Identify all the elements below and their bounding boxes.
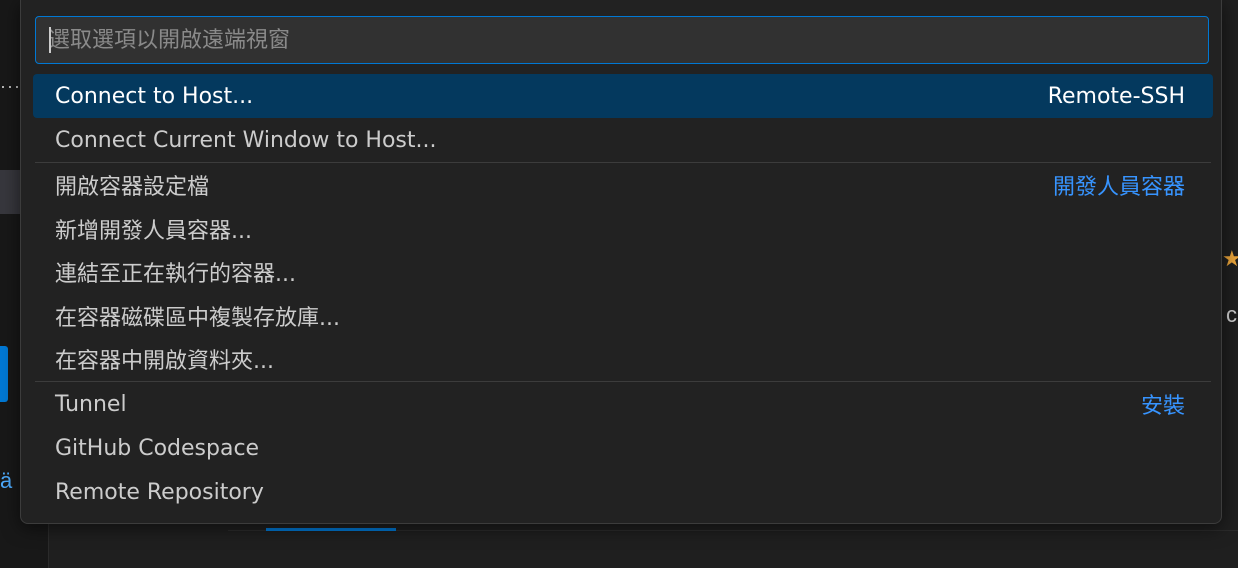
active-indicator [0,346,8,402]
list-item-connect-to-host[interactable]: Connect to Host... Remote-SSH [33,74,1213,118]
item-label: 在容器磁碟區中複製存放庫... [55,305,340,331]
list-item-github-codespace[interactable]: GitHub Codespace [33,426,1213,470]
item-label: 在容器中開啟資料夾... [55,349,274,375]
item-label: 連結至正在執行的容器... [55,262,296,288]
item-detail: Remote-SSH [1047,83,1185,109]
item-label: Connect Current Window to Host... [55,127,437,153]
item-label: GitHub Codespace [55,435,260,461]
list-item-open-folder-container[interactable]: 在容器中開啟資料夾... [33,338,1213,382]
quick-pick-input[interactable] [36,17,1208,63]
partial-glyph: ä [0,468,13,493]
partial-text: c [1226,302,1237,327]
active-tab-underline [266,528,396,531]
list-item-clone-repo-volume[interactable]: 在容器磁碟區中複製存放庫... [33,294,1213,338]
quick-pick-input-box[interactable] [35,16,1209,64]
quick-pick-list: Connect to Host... Remote-SSH Connect Cu… [33,74,1213,514]
item-label: Tunnel [55,391,127,417]
list-item-attach-running-container[interactable]: 連結至正在執行的容器... [33,251,1213,295]
item-label: Connect to Host... [55,83,254,109]
remote-quick-pick: Connect to Host... Remote-SSH Connect Cu… [20,0,1222,524]
install-link[interactable]: 安裝 [1141,388,1185,420]
group-label-dev-containers[interactable]: 開發人員容器 [1053,169,1185,201]
list-item-connect-current-window[interactable]: Connect Current Window to Host... [33,118,1213,162]
more-actions-icon[interactable]: ··· [0,76,21,97]
list-item-remote-repository[interactable]: Remote Repository [33,470,1213,514]
list-item-tunnel[interactable]: Tunnel 安裝 [33,382,1213,426]
text-cursor [49,27,51,53]
list-item-open-container-config[interactable]: 開啟容器設定檔 開發人員容器 [33,163,1213,207]
list-item-add-dev-container[interactable]: 新增開發人員容器... [33,207,1213,251]
item-label: Remote Repository [55,479,264,505]
star-icon: ★ [1222,246,1238,271]
item-label: 新增開發人員容器... [55,218,252,244]
item-label: 開啟容器設定檔 [55,175,210,200]
